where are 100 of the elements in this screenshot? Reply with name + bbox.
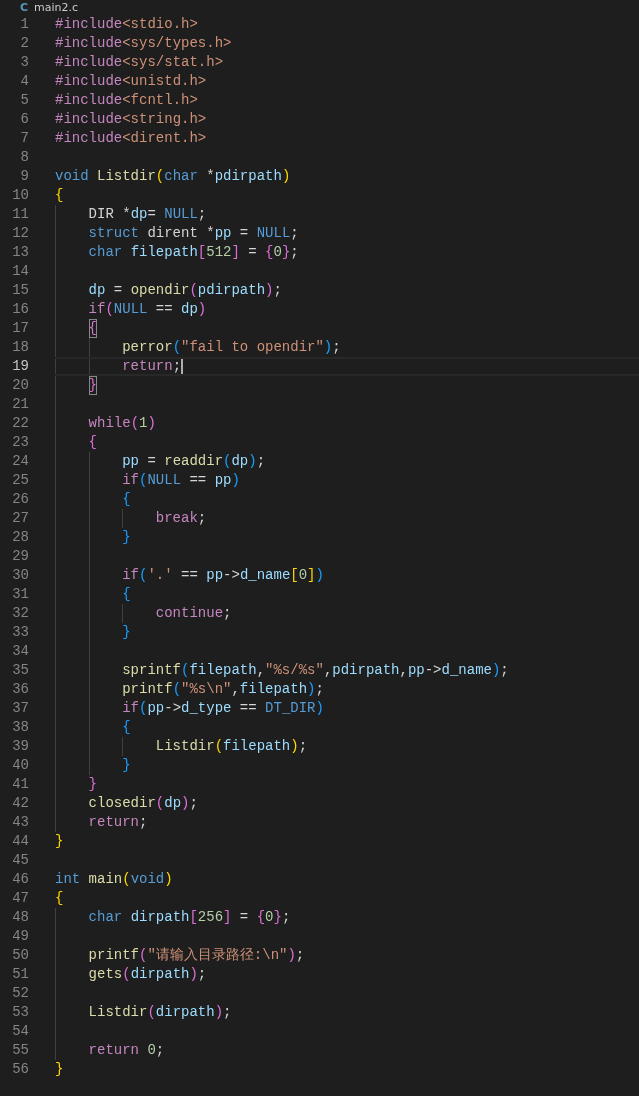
line-number: 9 bbox=[19, 167, 29, 186]
code-line: DIR *dp= NULL; bbox=[87, 205, 207, 224]
line-number: 39 bbox=[11, 737, 29, 756]
code-line: #include<sys/stat.h> bbox=[55, 53, 224, 72]
line-number: 37 bbox=[11, 699, 29, 718]
code-line: continue; bbox=[154, 604, 232, 623]
line-number: 29 bbox=[11, 547, 29, 566]
code-line: #include<fcntl.h> bbox=[55, 91, 198, 110]
code-line: char filepath[512] = {0}; bbox=[87, 243, 299, 262]
code-line: { bbox=[55, 889, 64, 908]
code-line: if('.' == pp->d_name[0]) bbox=[121, 566, 324, 585]
code-line: #include<sys/types.h> bbox=[55, 34, 232, 53]
code-line: gets(dirpath); bbox=[87, 965, 207, 984]
code-line: { bbox=[121, 490, 131, 509]
line-number: 30 bbox=[11, 566, 29, 585]
line-number: 1 bbox=[19, 15, 29, 34]
line-number: 48 bbox=[11, 908, 29, 927]
line-number: 33 bbox=[11, 623, 29, 642]
code-line: { bbox=[121, 718, 131, 737]
code-line: Listdir(filepath); bbox=[154, 737, 308, 756]
code-line: void Listdir(char *pdirpath) bbox=[55, 167, 291, 186]
code-line: } bbox=[87, 775, 97, 794]
line-number: 56 bbox=[11, 1060, 29, 1079]
line-number: 36 bbox=[11, 680, 29, 699]
line-number: 49 bbox=[11, 927, 29, 946]
line-number: 38 bbox=[11, 718, 29, 737]
line-number: 20 bbox=[11, 376, 29, 395]
code-line: } bbox=[87, 376, 97, 395]
line-number: 14 bbox=[11, 262, 29, 281]
line-number: 41 bbox=[11, 775, 29, 794]
line-number: 34 bbox=[11, 642, 29, 661]
code-line: { bbox=[121, 585, 131, 604]
code-line: #include<dirent.h> bbox=[55, 129, 207, 148]
line-number: 53 bbox=[11, 1003, 29, 1022]
line-number: 17 bbox=[11, 319, 29, 338]
line-number: 18 bbox=[11, 338, 29, 357]
line-number: 54 bbox=[11, 1022, 29, 1041]
code-line: int main(void) bbox=[55, 870, 173, 889]
line-number: 32 bbox=[11, 604, 29, 623]
text-cursor bbox=[181, 358, 184, 375]
code-line: } bbox=[121, 528, 131, 547]
code-line: return; bbox=[121, 357, 182, 376]
line-number: 51 bbox=[11, 965, 29, 984]
code-line: Listdir(dirpath); bbox=[87, 1003, 232, 1022]
code-line: dp = opendir(pdirpath); bbox=[87, 281, 282, 300]
code-line: } bbox=[121, 623, 131, 642]
line-number: 44 bbox=[11, 832, 29, 851]
line-number: 42 bbox=[11, 794, 29, 813]
line-number: 35 bbox=[11, 661, 29, 680]
code-line: return; bbox=[87, 813, 148, 832]
line-number: 16 bbox=[11, 300, 29, 319]
line-number: 47 bbox=[11, 889, 29, 908]
code-line: #include<string.h> bbox=[55, 110, 207, 129]
line-number: 28 bbox=[11, 528, 29, 547]
line-number: 21 bbox=[11, 395, 29, 414]
line-number: 45 bbox=[11, 851, 29, 870]
line-number: 4 bbox=[19, 72, 29, 91]
line-number: 43 bbox=[11, 813, 29, 832]
line-number: 5 bbox=[19, 91, 29, 110]
line-number: 19 bbox=[11, 357, 29, 376]
code-line: } bbox=[121, 756, 131, 775]
code-line: struct dirent *pp = NULL; bbox=[87, 224, 299, 243]
code-line: if(pp->d_type == DT_DIR) bbox=[121, 699, 324, 718]
code-line: printf("请输入目录路径:\n"); bbox=[87, 946, 305, 965]
line-number: 25 bbox=[11, 471, 29, 490]
code-line: { bbox=[87, 319, 97, 338]
line-number: 11 bbox=[11, 205, 29, 224]
line-number: 15 bbox=[11, 281, 29, 300]
line-number: 50 bbox=[11, 946, 29, 965]
code-line: } bbox=[55, 832, 64, 851]
code-line: } bbox=[55, 1060, 64, 1079]
line-number: 6 bbox=[19, 110, 29, 129]
line-number: 8 bbox=[19, 148, 29, 167]
line-number: 12 bbox=[11, 224, 29, 243]
code-line: if(NULL == dp) bbox=[87, 300, 207, 319]
line-number: 2 bbox=[19, 34, 29, 53]
code-line: break; bbox=[154, 509, 207, 528]
code-line: while(1) bbox=[87, 414, 156, 433]
line-number: 55 bbox=[11, 1041, 29, 1060]
line-number: 40 bbox=[11, 756, 29, 775]
code-line: if(NULL == pp) bbox=[121, 471, 240, 490]
line-number: 31 bbox=[11, 585, 29, 604]
line-number: 46 bbox=[11, 870, 29, 889]
line-number: 52 bbox=[11, 984, 29, 1003]
line-number: 27 bbox=[11, 509, 29, 528]
code-line: printf("%s\n",filepath); bbox=[121, 680, 324, 699]
code-line: char dirpath[256] = {0}; bbox=[87, 908, 291, 927]
code-line: #include<unistd.h> bbox=[55, 72, 207, 91]
line-number: 3 bbox=[19, 53, 29, 72]
code-line: { bbox=[87, 433, 97, 452]
line-number: 13 bbox=[11, 243, 29, 262]
line-number: 10 bbox=[11, 186, 29, 205]
file-tab[interactable]: main2.c bbox=[34, 0, 79, 15]
code-line: #include<stdio.h> bbox=[55, 15, 198, 34]
code-line: sprintf(filepath,"%s/%s",pdirpath,pp->d_name); bbox=[121, 661, 509, 680]
code-line: pp = readdir(dp); bbox=[121, 452, 266, 471]
line-number: 26 bbox=[11, 490, 29, 509]
code-line: { bbox=[55, 186, 64, 205]
line-number: 7 bbox=[19, 129, 29, 148]
c-file-icon: C bbox=[20, 0, 29, 15]
